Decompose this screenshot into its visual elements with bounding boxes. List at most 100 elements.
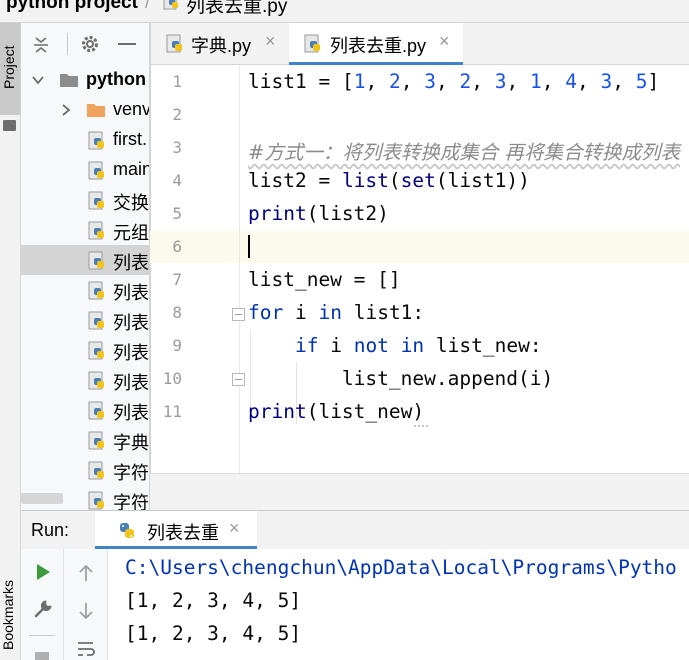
collapse-all-icon[interactable] [31,35,51,60]
code-line-8[interactable]: for i in list1: [248,301,424,324]
code-line-3[interactable]: #方式一：将列表转换成集合 再将集合转换成列表 [248,136,680,165]
tree-row-file[interactable]: 列表 [21,365,149,395]
fold-icon[interactable] [232,373,245,386]
tree-row-file[interactable]: 列表 [21,335,149,365]
editor-tab-bar: 字典.py × 列表去重.py × [150,23,689,65]
console-output[interactable]: C:\Users\chengchun\AppData\Local\Program… [108,549,689,660]
fold-icon[interactable] [232,308,245,321]
tree-item-label: 字典 [113,433,149,453]
project-tool-button[interactable]: Project [0,23,20,131]
python-file-icon [87,311,107,336]
line-number: 2 [172,105,182,124]
python-file-icon [87,221,107,246]
tree-row-file[interactable]: 字符 [21,455,149,485]
run-toolbar [21,549,64,660]
arrow-down-icon[interactable] [77,601,95,626]
run-panel-header: Run: 列表去重 × [21,511,689,549]
code-line-4[interactable]: list2 = list(set(list1)) [248,169,530,192]
code-line-10[interactable]: list_new.append(i) [248,367,553,390]
gutter-divider [239,65,240,473]
project-tool-label: Project [1,45,17,89]
bookmarks-tool-label: Bookmarks [0,579,16,650]
folder-icon [3,120,16,131]
breadcrumb: python project / 列表去重.py [0,0,689,23]
tree-row-venv[interactable]: venv [21,95,149,125]
tab-dict-py[interactable]: 字典.py × [151,23,289,65]
line-number: 11 [162,402,182,421]
python-file-icon [165,34,185,59]
line-number: 9 [172,336,182,355]
console-line-output: [1, 2, 3, 4, 5] [125,589,302,612]
python-file-icon [163,0,181,16]
console-line-command: C:\Users\chengchun\AppData\Local\Program… [125,556,677,579]
horizontal-scrollbar[interactable] [21,493,63,504]
divider [29,635,55,636]
breadcrumb-file[interactable]: 列表去重.py [186,0,287,18]
run-tab[interactable]: 列表去重 × [95,511,257,549]
run-icon[interactable] [35,563,51,586]
tree-row-file[interactable]: 列表 [21,275,149,305]
editor-scroll-area [150,473,689,510]
tree-row-file[interactable]: 列表 [21,395,149,425]
python-file-icon [87,281,107,306]
tree-item-label: 列表 [113,373,149,393]
python-file-icon [87,191,107,216]
code-line-9[interactable]: if i not in list_new: [248,334,542,357]
code-line-7[interactable]: list_new = [] [248,268,401,291]
project-toolbar [21,23,149,65]
tree-row-file[interactable]: 列表 [21,305,149,335]
tree-row-file-selected[interactable]: 列表 [21,245,149,275]
tree-item-label: 列表 [113,403,149,423]
line-number: 4 [172,171,182,190]
tree-row-file[interactable]: first. [21,125,149,155]
wrench-icon[interactable] [33,599,53,624]
tree-row-file[interactable]: 元组 [21,215,149,245]
python-file-icon [87,161,107,186]
tree-item-label: 字符 [113,493,149,510]
arrow-up-icon[interactable] [77,563,95,588]
folder-icon [59,71,79,93]
run-tab-label: 列表去重 [147,523,219,543]
python-file-icon [87,251,107,276]
tab-dedupe-py[interactable]: 列表去重.py × [289,23,463,65]
line-number: 5 [172,204,182,223]
python-file-icon [87,341,107,366]
breadcrumb-project[interactable]: python project [6,0,138,14]
tab-label: 字典.py [191,36,252,56]
tree-row-file[interactable]: main [21,155,149,185]
tree-item-label: 列表 [113,283,149,303]
python-icon [117,521,137,546]
python-file-icon [303,34,323,59]
tree-row-file[interactable]: 字典 [21,425,149,455]
gear-icon[interactable] [80,34,100,59]
tree-row-root[interactable]: python [21,65,149,95]
soft-wrap-icon[interactable] [76,639,96,660]
weak-warning-underline [414,424,428,427]
tree-root-label: python [86,69,146,89]
python-file-icon [87,461,107,486]
line-number: 1 [172,72,182,91]
tree-item-label: 列表 [113,253,149,273]
line-number: 8 [172,303,182,322]
current-line-highlight [150,231,689,263]
stop-icon[interactable] [35,652,49,660]
tree-item-label: 字符 [113,463,149,483]
code-line-1[interactable]: list1 = [1, 2, 3, 2, 3, 1, 4, 3, 5] [248,70,659,93]
chevron-right-icon[interactable] [59,103,73,122]
chevron-down-icon[interactable] [31,73,45,92]
close-icon[interactable]: × [229,518,240,539]
tree-row-file[interactable]: 交换 [21,185,149,215]
tab-label: 列表去重.py [330,36,427,56]
python-file-icon [87,131,107,156]
folder-icon [86,101,106,123]
code-line-11[interactable]: print(list_new) [248,400,424,423]
code-line-5[interactable]: print(list2) [248,202,389,225]
minimize-icon[interactable] [118,43,136,45]
tree-item-label: 列表 [113,313,149,333]
project-panel: python venv first. main 交换 元组 列表 列表 列表 列… [21,23,149,510]
bookmarks-tool-button[interactable]: Bookmarks [0,560,20,660]
close-icon[interactable]: × [439,31,450,52]
tree-item-label: main [113,159,149,179]
close-icon[interactable]: × [265,31,276,52]
python-file-icon [87,371,107,396]
